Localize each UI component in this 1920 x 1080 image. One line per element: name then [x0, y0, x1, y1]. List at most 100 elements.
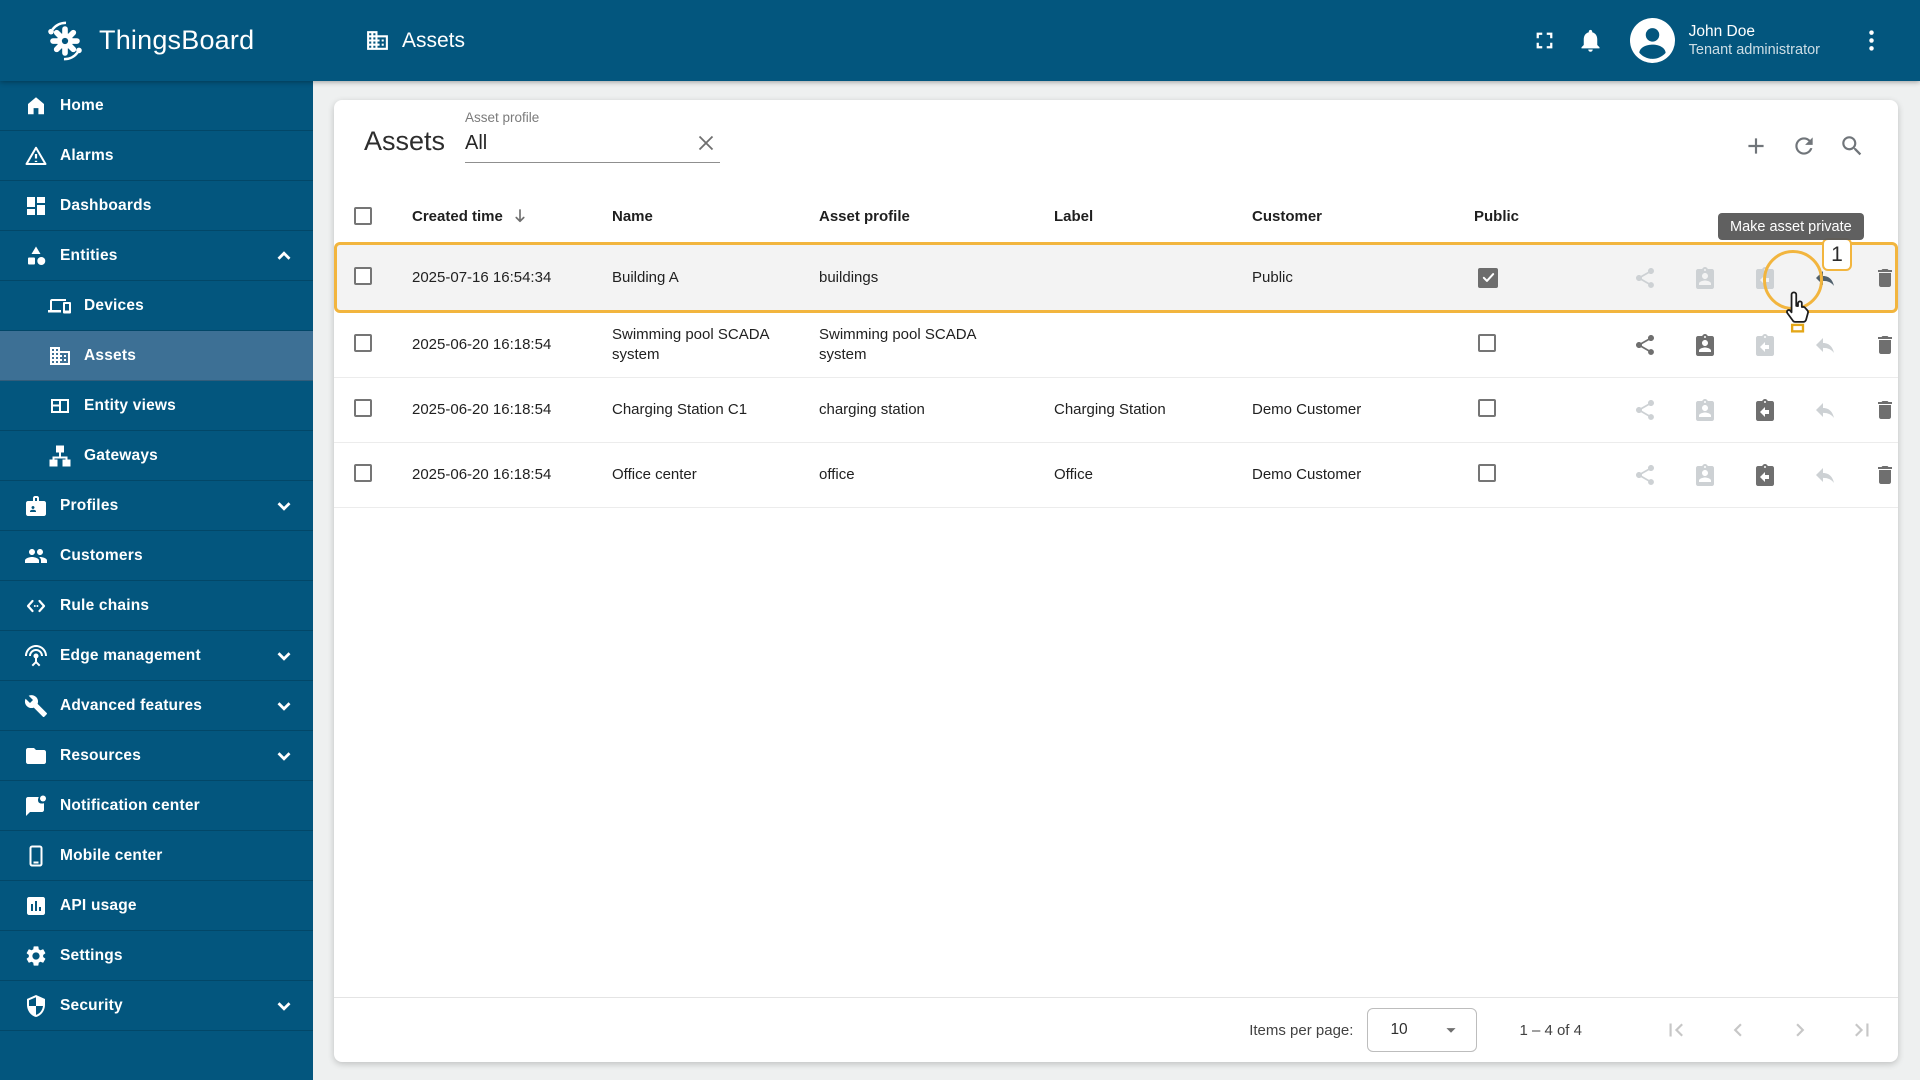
assign-to-customer-button[interactable]: [1685, 258, 1725, 298]
make-asset-private-button[interactable]: [1805, 455, 1845, 495]
search-button[interactable]: [1828, 122, 1876, 170]
make-private-icon: [1816, 338, 1834, 353]
sidebar-item-rule-chains[interactable]: Rule chains: [0, 581, 313, 631]
next-page-button[interactable]: [1778, 1008, 1822, 1052]
smartphone-icon: [24, 844, 48, 868]
select-all-checkbox[interactable]: [354, 207, 372, 225]
user-info[interactable]: John Doe Tenant administrator: [1689, 22, 1820, 60]
sidebar-item-api-usage[interactable]: API usage: [0, 881, 313, 931]
table-row-swimming-pool[interactable]: 2025-06-20 16:18:54 Swimming pool SCADA …: [334, 313, 1898, 378]
sidebar-item-assets[interactable]: Assets: [0, 331, 313, 381]
notifications-button[interactable]: [1568, 18, 1614, 64]
row-checkbox[interactable]: [354, 464, 372, 482]
card-header: Assets Asset profile All: [334, 100, 1898, 190]
public-checkbox[interactable]: [1478, 334, 1496, 352]
assign-to-customer-button[interactable]: [1685, 325, 1725, 365]
app-logo[interactable]: ThingsBoard: [0, 16, 313, 66]
fullscreen-icon: [1536, 32, 1553, 49]
column-header-customer[interactable]: Customer: [1252, 208, 1474, 225]
sidebar: Home Alarms Dashboards Entities Devices …: [0, 81, 313, 1080]
share-button[interactable]: [1625, 258, 1665, 298]
sidebar-item-notification-center[interactable]: Notification center: [0, 781, 313, 831]
sidebar-item-mobile-center[interactable]: Mobile center: [0, 831, 313, 881]
share-icon: [1636, 465, 1654, 485]
column-header-created-time[interactable]: Created time: [412, 207, 612, 225]
delete-asset-button[interactable]: [1865, 390, 1905, 430]
assign-to-customer-button[interactable]: [1685, 455, 1725, 495]
column-header-label[interactable]: Label: [1054, 208, 1252, 225]
chevron-down-icon: [277, 701, 291, 711]
row-checkbox[interactable]: [354, 399, 372, 417]
asset-profile-filter[interactable]: Asset profile All: [465, 110, 720, 163]
column-header-public[interactable]: Public: [1474, 208, 1605, 225]
antenna-icon: [24, 644, 48, 668]
public-checkbox[interactable]: [1478, 399, 1496, 417]
first-page-button[interactable]: [1654, 1008, 1698, 1052]
sidebar-item-gateways[interactable]: Gateways: [0, 431, 313, 481]
table-row-charging-station[interactable]: 2025-06-20 16:18:54 Charging Station C1 …: [334, 378, 1898, 443]
refresh-button[interactable]: [1780, 122, 1828, 170]
avatar[interactable]: [1629, 18, 1675, 63]
sidebar-item-resources[interactable]: Resources: [0, 731, 313, 781]
share-button[interactable]: [1625, 325, 1665, 365]
clear-filter-icon[interactable]: [694, 131, 718, 155]
public-checkbox[interactable]: [1478, 464, 1496, 482]
page-title: Assets: [364, 126, 446, 156]
share-button[interactable]: [1625, 455, 1665, 495]
sidebar-item-entities[interactable]: Entities: [0, 231, 313, 281]
cell-name: Office center: [612, 466, 697, 483]
sidebar-item-customers[interactable]: Customers: [0, 531, 313, 581]
delete-icon: [1878, 401, 1892, 419]
delete-asset-button[interactable]: [1865, 258, 1905, 298]
tooltip-make-asset-private: Make asset private: [1718, 213, 1864, 240]
share-icon: [1636, 400, 1654, 420]
notifications-bell-icon: [1581, 29, 1600, 52]
sidebar-item-devices[interactable]: Devices: [0, 281, 313, 331]
delete-icon: [1878, 336, 1892, 354]
unassign-from-customer-button[interactable]: [1745, 455, 1785, 495]
items-per-page-select[interactable]: 10: [1367, 1008, 1478, 1052]
fullscreen-button[interactable]: [1522, 18, 1568, 64]
sidebar-item-entity-views[interactable]: Entity views: [0, 381, 313, 431]
unassign-from-customer-button[interactable]: [1745, 390, 1785, 430]
sidebar-item-settings[interactable]: Settings: [0, 931, 313, 981]
share-button[interactable]: [1625, 390, 1665, 430]
sidebar-item-advanced-features[interactable]: Advanced features: [0, 681, 313, 731]
assign-to-customer-button[interactable]: [1685, 390, 1725, 430]
table-row-office-center[interactable]: 2025-06-20 16:18:54 Office center office…: [334, 443, 1898, 508]
public-checkbox-checked[interactable]: [1478, 267, 1498, 288]
last-page-button[interactable]: [1840, 1008, 1884, 1052]
column-header-name[interactable]: Name: [612, 208, 819, 225]
table-row-building-a[interactable]: 2025-07-16 16:54:34 Building A buildings…: [334, 242, 1898, 313]
folder-icon: [24, 744, 48, 768]
delete-asset-button[interactable]: [1865, 325, 1905, 365]
unassign-from-customer-button[interactable]: [1745, 325, 1785, 365]
sidebar-item-edge-management[interactable]: Edge management: [0, 631, 313, 681]
row-checkbox[interactable]: [354, 334, 372, 352]
dashboard-icon: [24, 194, 48, 218]
cell-label: Charging Station: [1054, 401, 1166, 418]
delete-asset-button[interactable]: [1865, 455, 1905, 495]
sidebar-item-home[interactable]: Home: [0, 81, 313, 131]
chevron-up-icon: [277, 250, 291, 260]
chevron-down-icon: [277, 501, 291, 511]
unassign-customer-icon: [1756, 399, 1774, 421]
sidebar-item-dashboards[interactable]: Dashboards: [0, 181, 313, 231]
sidebar-item-alarms[interactable]: Alarms: [0, 131, 313, 181]
prev-page-button[interactable]: [1716, 1008, 1760, 1052]
unassign-customer-icon: [1756, 464, 1774, 486]
delete-icon: [1878, 268, 1892, 287]
delete-icon: [1878, 466, 1892, 484]
cell-created-time: 2025-06-20 16:18:54: [412, 466, 552, 483]
sidebar-item-profiles[interactable]: Profiles: [0, 481, 313, 531]
sidebar-item-security[interactable]: Security: [0, 981, 313, 1031]
add-asset-button[interactable]: [1732, 122, 1780, 170]
chevron-down-icon: [277, 751, 291, 761]
column-header-asset-profile[interactable]: Asset profile: [819, 208, 1054, 225]
filter-value[interactable]: All: [465, 132, 487, 155]
make-asset-private-button[interactable]: [1805, 390, 1845, 430]
cell-created-time: 2025-06-20 16:18:54: [412, 336, 552, 353]
row-checkbox[interactable]: [354, 266, 372, 285]
people-icon: [24, 544, 48, 568]
more-menu-button[interactable]: [1848, 18, 1894, 64]
